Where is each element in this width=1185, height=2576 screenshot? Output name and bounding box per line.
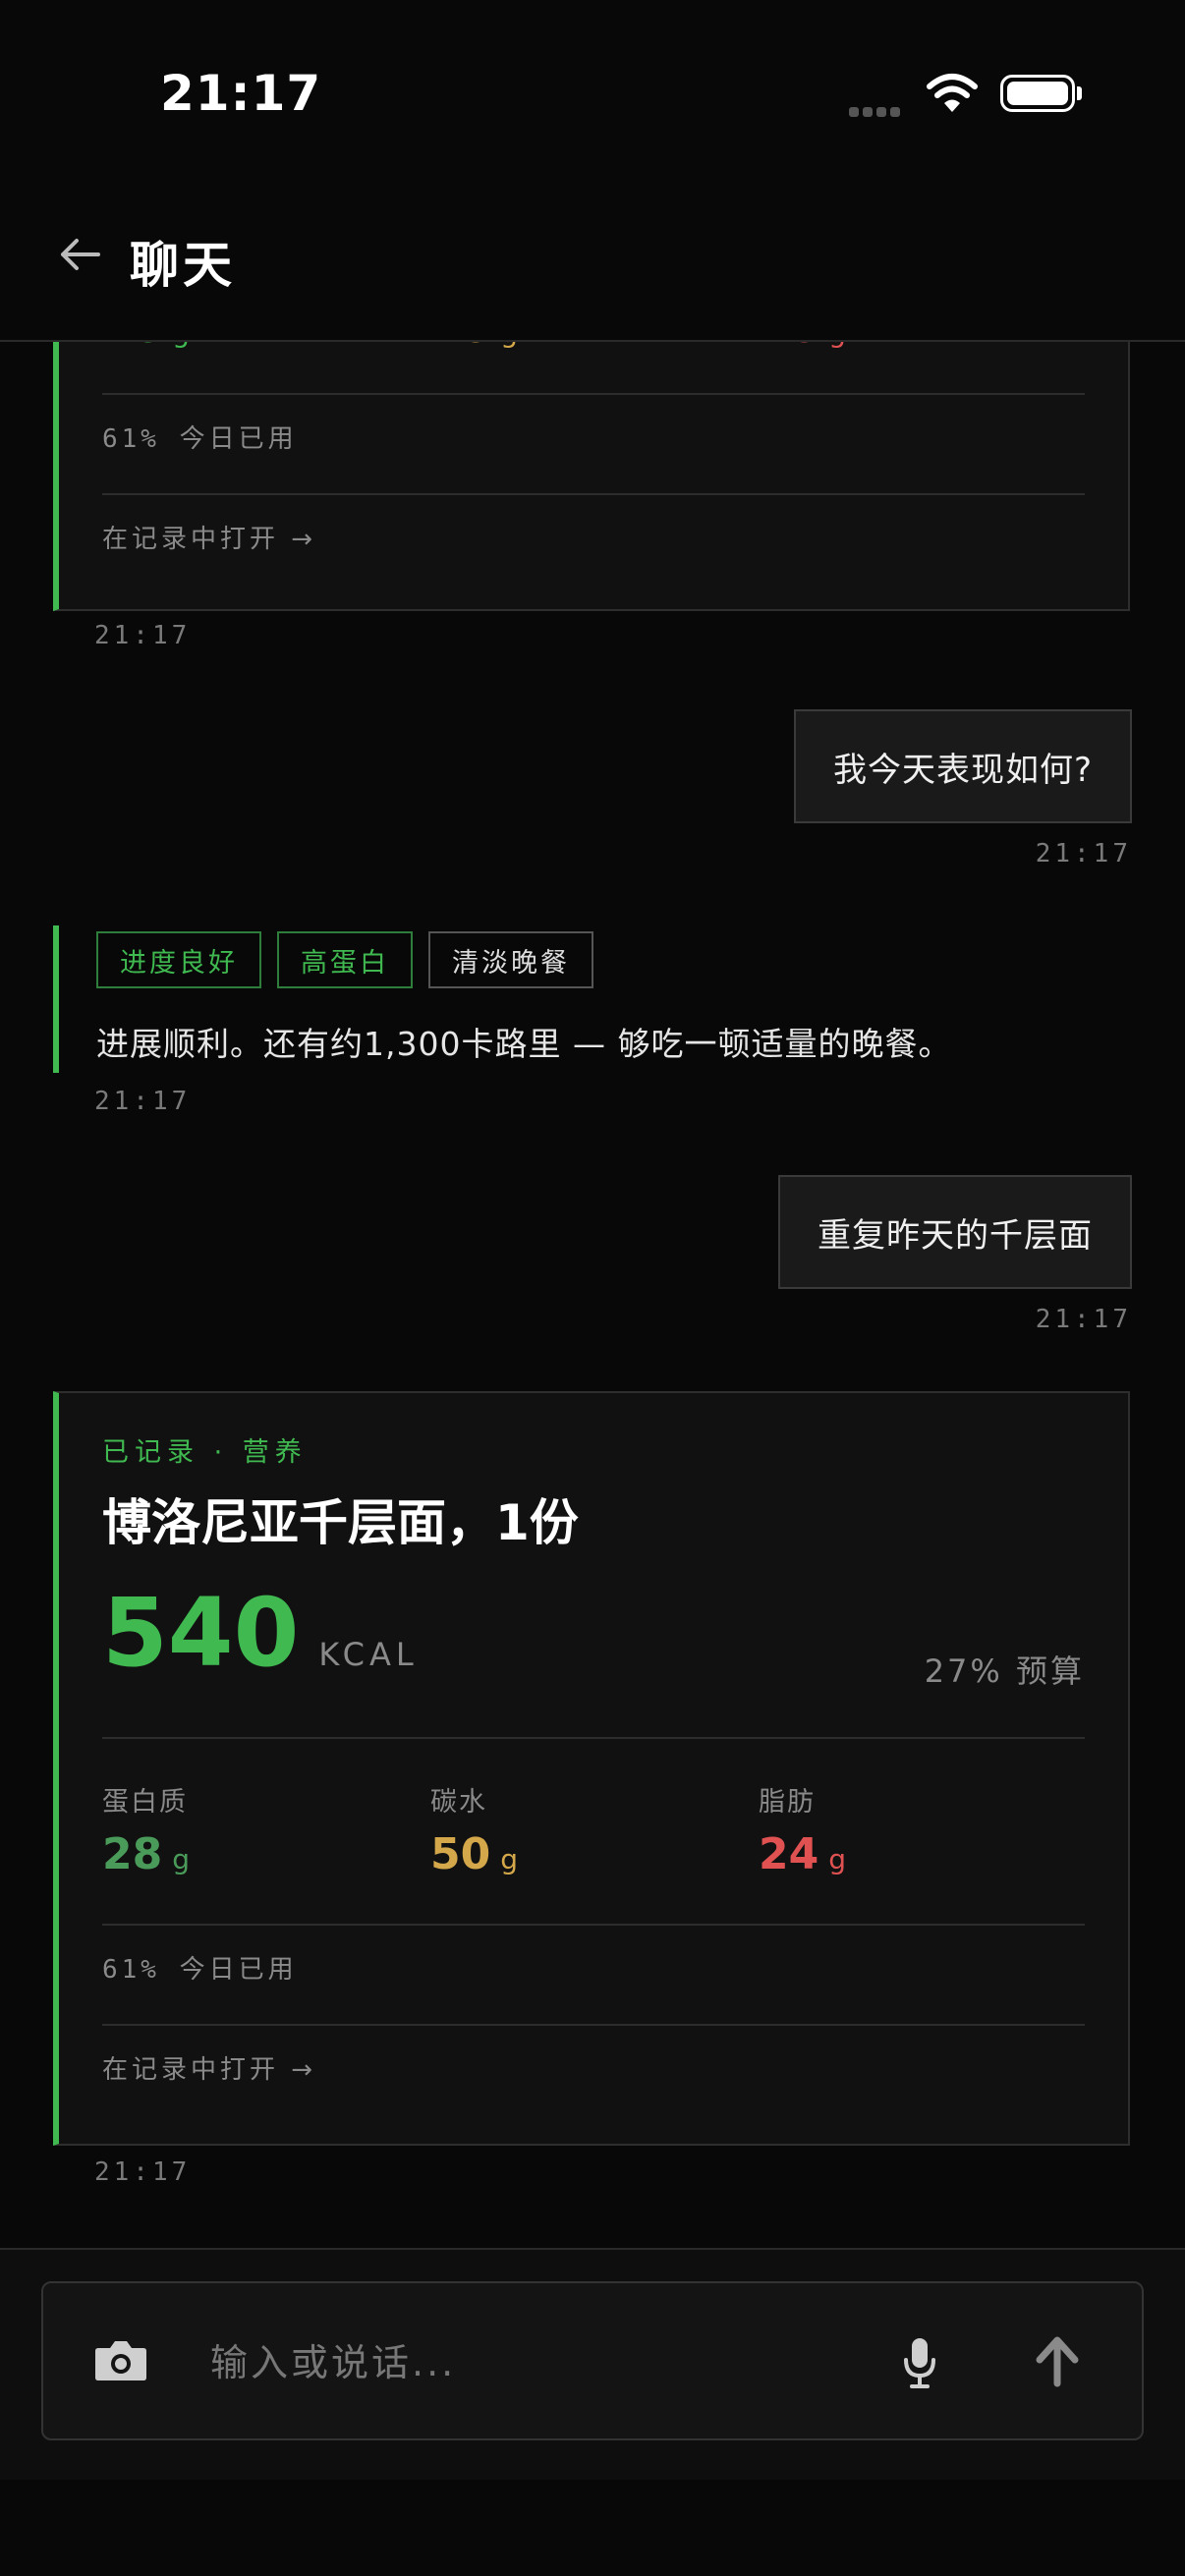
- daily-used-text: 61% 今日已用: [102, 424, 298, 454]
- daily-used-text: 61% 今日已用: [102, 1955, 298, 1985]
- status-time: 21:17: [160, 65, 322, 122]
- carbs-value: 40g: [430, 342, 518, 353]
- user-message-bubble: 重复昨天的千层面: [778, 1175, 1132, 1289]
- calorie-value: 540 KCAL: [102, 1586, 419, 1680]
- card-kicker: 已记录 · 营养: [102, 1437, 308, 1468]
- protein-value: 28 g: [102, 1829, 191, 1879]
- carbs-value: 50 g: [430, 1829, 519, 1879]
- open-in-log-link[interactable]: 在记录中打开 →: [102, 519, 316, 555]
- battery-icon: [1000, 75, 1075, 112]
- message-timestamp: 21:17: [94, 621, 192, 650]
- divider: [102, 2024, 1085, 2026]
- assistant-reply: 进度良好 高蛋白 清淡晚餐 进展顺利。还有约1,300卡路里 — 够吃一顿适量的晚餐…: [53, 925, 1130, 1073]
- user-message-bubble: 我今天表现如何?: [793, 709, 1132, 823]
- tag-high-protein: 高蛋白: [277, 931, 413, 988]
- message-input[interactable]: [208, 2323, 900, 2403]
- divider: [102, 1924, 1085, 1926]
- fat-label: 脂肪: [759, 1787, 816, 1818]
- kcal-number: 540: [102, 1578, 300, 1688]
- status-bar: 21:17: [0, 0, 1185, 196]
- carbs-label: 碳水: [430, 1787, 487, 1818]
- divider: [102, 493, 1085, 495]
- back-arrow-icon[interactable]: [55, 230, 104, 279]
- message-timestamp: 21:17: [94, 1087, 192, 1116]
- message-timestamp: 21:17: [94, 2157, 192, 2187]
- top-bar: 聊天: [0, 196, 1185, 342]
- fat-value: 16g: [759, 342, 846, 353]
- logged-meal-card-previous: 16g 40g 16g 61% 今日已用 在记录中打开 →: [53, 342, 1130, 611]
- message-timestamp: 21:17: [1035, 839, 1132, 868]
- meal-title: 博洛尼亚千层面，1份: [102, 1494, 579, 1551]
- page-title: 聊天: [130, 237, 236, 294]
- camera-icon[interactable]: [92, 2334, 149, 2385]
- reply-tags: 进度良好 高蛋白 清淡晚餐: [96, 931, 609, 988]
- wifi-icon: [927, 74, 978, 112]
- open-in-log-link[interactable]: 在记录中打开 →: [102, 2049, 316, 2086]
- protein-label: 蛋白质: [102, 1787, 188, 1818]
- send-arrow-up-icon[interactable]: [1032, 2332, 1083, 2387]
- composer-bar: [0, 2248, 1185, 2480]
- divider: [102, 393, 1085, 395]
- composer: [41, 2281, 1144, 2440]
- logged-meal-card: 已记录 · 营养 博洛尼亚千层面，1份 540 KCAL 27% 预算 蛋白质 …: [53, 1391, 1130, 2146]
- protein-value: 16g: [102, 342, 190, 353]
- fat-value: 24 g: [759, 1829, 847, 1879]
- battery-cap: [1077, 86, 1082, 100]
- chat-thread[interactable]: 16g 40g 16g 61% 今日已用 在记录中打开 → 21:17 我今天表…: [0, 342, 1185, 2248]
- message-timestamp: 21:17: [1035, 1305, 1132, 1334]
- cellular-signal-icon: [849, 102, 904, 121]
- kcal-unit: KCAL: [318, 1636, 419, 1673]
- divider: [102, 1737, 1085, 1739]
- tag-light-dinner: 清淡晚餐: [428, 931, 593, 988]
- budget-percent: 27% 预算: [924, 1652, 1085, 1690]
- tag-progress-good: 进度良好: [96, 931, 261, 988]
- microphone-icon[interactable]: [900, 2334, 939, 2391]
- reply-text: 进展顺利。还有约1,300卡路里 — 够吃一顿适量的晚餐。: [96, 1025, 952, 1063]
